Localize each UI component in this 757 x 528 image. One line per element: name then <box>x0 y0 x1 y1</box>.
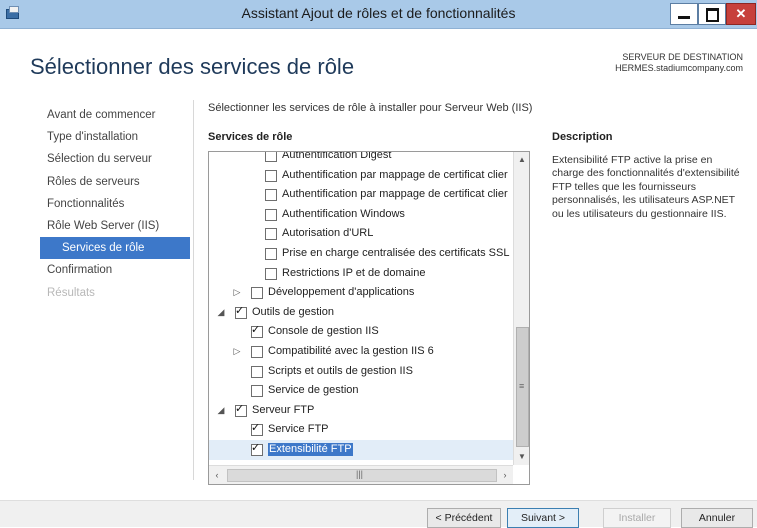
role-services-tree[interactable]: Authentification Digest Authentification … <box>208 151 530 485</box>
tree-row[interactable]: ▷ Compatibilité avec la gestion IIS 6 <box>209 342 513 362</box>
maximize-icon <box>706 8 719 22</box>
nav-item-avant-de-commencer[interactable]: Avant de commencer <box>40 104 190 126</box>
checkmark-icon: ✓ <box>251 324 261 337</box>
destination-server-info: SERVEUR DE DESTINATION HERMES.stadiumcom… <box>615 52 743 74</box>
tree-row[interactable]: ✓ Extensibilité FTP <box>209 440 513 460</box>
triangle-down-icon[interactable]: ◢ <box>216 307 226 318</box>
checkmark-icon: ✓ <box>251 422 261 435</box>
scroll-right-icon[interactable]: › <box>497 466 513 484</box>
tree-row-label: Prise en charge centralisée des certific… <box>282 247 510 259</box>
checkbox[interactable] <box>265 169 277 182</box>
triangle-right-icon[interactable]: ▷ <box>232 346 242 357</box>
nav-item-resultats: Résultats <box>47 286 95 299</box>
tree-row[interactable]: ✓ Service FTP <box>209 420 513 440</box>
tree-row-label: Authentification par mappage de certific… <box>282 168 508 181</box>
destination-label: SERVEUR DE DESTINATION <box>622 52 743 62</box>
maximize-button[interactable] <box>698 3 726 25</box>
nav-item-roles-serveurs[interactable]: Rôles de serveurs <box>40 171 190 193</box>
checkbox[interactable] <box>265 228 277 241</box>
checkbox[interactable] <box>265 267 277 280</box>
next-button[interactable]: Suivant > <box>507 508 579 528</box>
cancel-button[interactable]: Annuler <box>681 508 753 528</box>
tree-row-label: Authentification par mappage de certific… <box>282 188 508 201</box>
services-header: Services de rôle <box>208 131 293 143</box>
title-bar: Assistant Ajout de rôles et de fonctionn… <box>0 0 757 29</box>
destination-server-name: HERMES.stadiumcompany.com <box>615 63 743 73</box>
checkmark-icon: ✓ <box>235 402 245 415</box>
tree-row-label: Développement d'applications <box>268 286 415 299</box>
checkbox[interactable] <box>251 287 263 300</box>
nav-item-services-de-role[interactable]: Services de rôle <box>40 237 190 260</box>
horizontal-scrollbar[interactable]: ‹ ||| › <box>209 465 513 484</box>
tree-row-label: Extensibilité FTP <box>268 443 353 456</box>
nav-item-confirmation[interactable]: Confirmation <box>40 259 190 281</box>
tree-row[interactable]: Autorisation d'URL <box>209 224 513 244</box>
instruction-text: Sélectionner les services de rôle à inst… <box>208 102 533 114</box>
tree-row-label: Serveur FTP <box>252 403 315 416</box>
scroll-left-icon[interactable]: ‹ <box>209 466 225 484</box>
nav-item-type-installation[interactable]: Type d'installation <box>40 126 190 148</box>
triangle-right-icon[interactable]: ▷ <box>232 287 242 298</box>
tree-row-label: Outils de gestion <box>252 305 334 318</box>
wizard-nav: Avant de commencer Type d'installation S… <box>40 104 190 304</box>
description-header: Description <box>552 131 613 143</box>
vertical-scrollbar[interactable]: ▲ ≡ ▼ <box>513 152 529 465</box>
tree-row[interactable]: Authentification par mappage de certific… <box>209 166 513 186</box>
checkbox[interactable]: ✓ <box>251 422 263 437</box>
grip-icon: ≡ <box>519 381 525 391</box>
tree-row-label: Restrictions IP et de domaine <box>282 266 426 279</box>
nav-item-selection-serveur[interactable]: Sélection du serveur <box>40 148 190 170</box>
tree-row[interactable]: ◢ ✓ Serveur FTP <box>209 401 513 421</box>
close-button[interactable]: ✕ <box>726 3 756 25</box>
tree-row-label: Compatibilité avec la gestion IIS 6 <box>268 345 434 357</box>
checkbox[interactable] <box>265 248 277 260</box>
nav-divider <box>193 100 194 480</box>
horizontal-scroll-thumb[interactable]: ||| <box>227 469 497 482</box>
install-button: Installer <box>603 508 671 528</box>
checkbox[interactable]: ✓ <box>235 304 247 319</box>
nav-item-role-web-server[interactable]: Rôle Web Server (IIS) <box>40 215 190 237</box>
nav-item-fonctionnalites[interactable]: Fonctionnalités <box>40 193 190 215</box>
tree-row-label: Authentification Digest <box>282 151 392 161</box>
minimize-button[interactable] <box>670 3 698 25</box>
tree-row-label: Service FTP <box>268 423 329 436</box>
checkmark-icon: ✓ <box>235 304 245 317</box>
tree-row[interactable]: Prise en charge centralisée des certific… <box>209 244 513 264</box>
tree-row-label: Authentification Windows <box>282 207 405 220</box>
tree-row[interactable]: ◢ ✓ Outils de gestion <box>209 303 513 323</box>
tree-row[interactable]: Scripts et outils de gestion IIS <box>209 362 513 382</box>
grip-icon: ||| <box>356 469 364 479</box>
scroll-up-icon[interactable]: ▲ <box>514 152 529 168</box>
minimize-icon <box>678 16 690 19</box>
page-title: Sélectionner des services de rôle <box>30 54 355 79</box>
vertical-scroll-thumb[interactable]: ≡ <box>516 327 529 447</box>
checkbox[interactable]: ✓ <box>251 442 263 456</box>
checkbox[interactable] <box>265 152 277 162</box>
tree-row-label: Service de gestion <box>268 384 359 397</box>
checkbox[interactable] <box>251 346 263 358</box>
tree-row-label: Scripts et outils de gestion IIS <box>268 364 413 377</box>
checkbox[interactable] <box>251 365 263 378</box>
description-text: Extensibilité FTP active la prise en cha… <box>552 154 740 220</box>
tree-row[interactable]: Service de gestion <box>209 381 513 401</box>
checkbox[interactable] <box>265 189 277 202</box>
tree-row-label: Console de gestion IIS <box>268 325 379 338</box>
tree-row-label: Autorisation d'URL <box>282 227 374 240</box>
checkbox[interactable]: ✓ <box>251 324 263 339</box>
scroll-down-icon[interactable]: ▼ <box>514 449 529 465</box>
checkmark-icon: ✓ <box>251 442 261 454</box>
tree-row[interactable]: ▷ Développement d'applications <box>209 283 513 303</box>
tree-row[interactable]: Authentification par mappage de certific… <box>209 185 513 205</box>
tree-row[interactable]: ✓ Console de gestion IIS <box>209 322 513 342</box>
checkbox[interactable] <box>251 385 263 398</box>
previous-button[interactable]: < Précédent <box>427 508 501 528</box>
checkbox[interactable]: ✓ <box>235 402 247 417</box>
window-title: Assistant Ajout de rôles et de fonctionn… <box>241 5 516 21</box>
tree-row[interactable]: Restrictions IP et de domaine <box>209 264 513 284</box>
checkbox[interactable] <box>265 208 277 221</box>
close-icon: ✕ <box>735 6 747 21</box>
triangle-down-icon[interactable]: ◢ <box>216 405 226 416</box>
tree-row[interactable]: Authentification Digest <box>209 151 513 166</box>
tree-row[interactable]: Authentification Windows <box>209 205 513 225</box>
